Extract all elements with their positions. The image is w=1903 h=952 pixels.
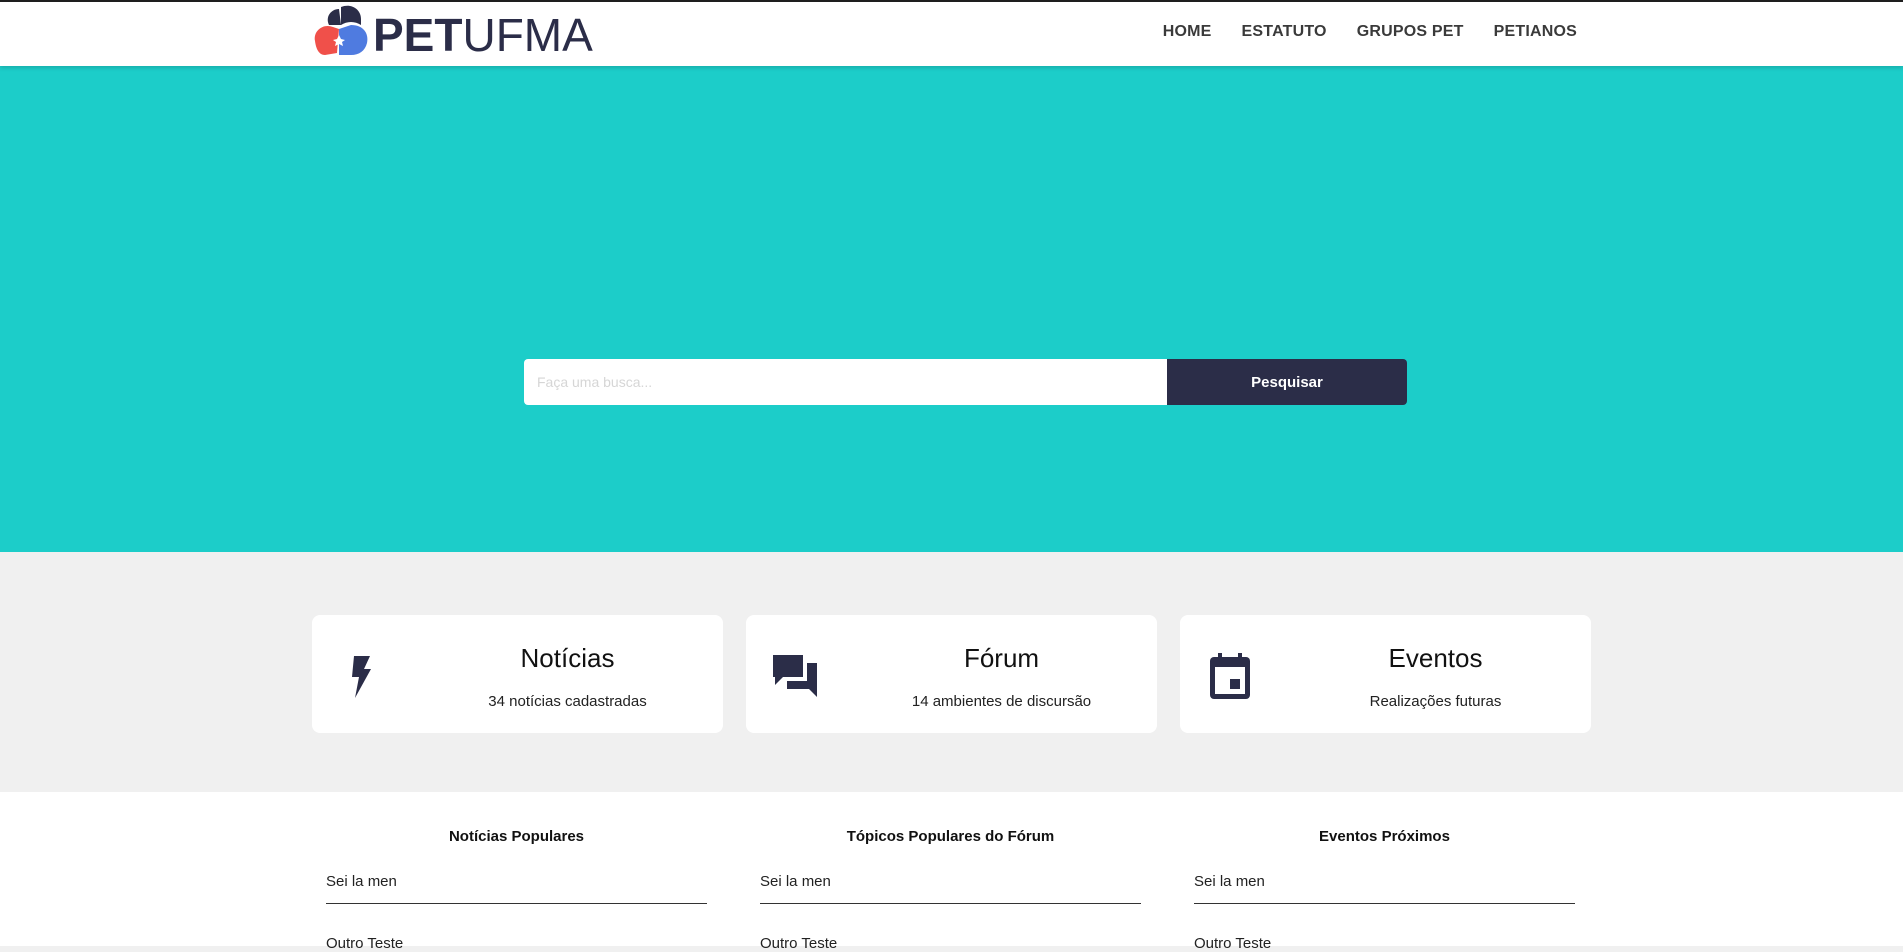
card-title: Fórum — [963, 643, 1040, 673]
summary-cards: Notícias 34 notícias cadastradas Fórum 1… — [312, 615, 1591, 733]
card-forum[interactable]: Fórum 14 ambientes de discursão — [746, 615, 1157, 733]
popular-lists: Notícias Populares Sei la men Outro Test… — [0, 792, 1903, 952]
brand-pet: PET — [373, 9, 463, 61]
logo-mark-icon — [314, 5, 368, 55]
forum-icon — [773, 655, 817, 697]
card-subtitle: 14 ambientes de discursão — [911, 693, 1092, 710]
card-title: Notícias — [520, 643, 615, 673]
nav-petianos[interactable]: PETIANOS — [1494, 23, 1577, 41]
logo[interactable]: PETUFMA — [311, 2, 593, 60]
nav-estatuto[interactable]: ESTATUTO — [1242, 23, 1327, 41]
list-title: Eventos Próximos — [1319, 828, 1450, 845]
main-nav: HOME ESTATUTO GRUPOS PET PETIANOS — [1163, 23, 1577, 41]
list-title: Tópicos Populares do Fórum — [846, 828, 1055, 845]
card-subtitle: Realizações futuras — [1369, 693, 1502, 710]
nav-home[interactable]: HOME — [1163, 23, 1212, 41]
card-title: Eventos — [1388, 643, 1483, 673]
card-eventos[interactable]: Eventos Realizações futuras — [1180, 615, 1591, 733]
search-input[interactable] — [524, 359, 1167, 405]
hero-banner: Pesquisar — [0, 66, 1903, 552]
list-item[interactable]: Outro Teste — [326, 935, 707, 952]
search-button[interactable]: Pesquisar — [1167, 359, 1407, 405]
list-item[interactable]: Sei la men — [1194, 873, 1575, 904]
list-item[interactable]: Sei la men — [760, 873, 1141, 904]
calendar-icon — [1210, 653, 1250, 699]
search-bar: Pesquisar — [524, 359, 1407, 405]
site-header: PETUFMA HOME ESTATUTO GRUPOS PET PETIANO… — [0, 2, 1903, 66]
card-noticias[interactable]: Notícias 34 notícias cadastradas — [312, 615, 723, 733]
lightning-icon — [352, 656, 371, 698]
nav-grupos-pet[interactable]: GRUPOS PET — [1357, 23, 1464, 41]
card-subtitle: 34 notícias cadastradas — [488, 693, 647, 710]
list-item[interactable]: Sei la men — [326, 873, 707, 904]
list-item[interactable]: Outro Teste — [1194, 935, 1575, 952]
brand-wordmark: PETUFMA — [373, 12, 593, 58]
list-title: Notícias Populares — [448, 828, 585, 845]
brand-ufma: UFMA — [462, 9, 593, 61]
list-item[interactable]: Outro Teste — [760, 935, 1141, 952]
